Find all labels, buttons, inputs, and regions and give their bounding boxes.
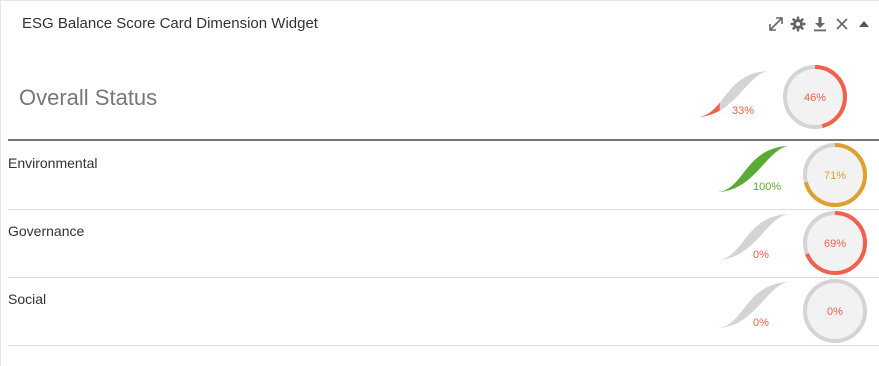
esg-widget: ESG Balance Score Card Dimension Widget bbox=[0, 0, 879, 366]
overall-score-ring: 46% bbox=[783, 65, 847, 129]
environmental-trend-value: 100% bbox=[753, 181, 782, 193]
overall-trend-value: 33% bbox=[732, 105, 755, 117]
environmental-score-ring: 71% bbox=[803, 143, 867, 207]
governance-trend-value: 0% bbox=[753, 249, 769, 261]
widget-toolbar bbox=[767, 15, 873, 33]
social-score-ring: 0% bbox=[803, 279, 867, 343]
governance-score-ring: 69% bbox=[803, 211, 867, 275]
gear-icon[interactable] bbox=[789, 15, 807, 33]
row-label-environmental: Environmental bbox=[8, 155, 98, 171]
ring-label: 69% bbox=[824, 238, 846, 250]
ring-label: 46% bbox=[804, 92, 826, 104]
overall-status-label: Overall Status bbox=[19, 85, 158, 110]
row-label-social: Social bbox=[8, 291, 47, 307]
row-divider bbox=[8, 345, 879, 346]
download-icon[interactable] bbox=[811, 15, 829, 33]
governance-trend-swoosh bbox=[716, 214, 788, 260]
widget-title: ESG Balance Score Card Dimension Widget bbox=[22, 15, 318, 32]
close-icon[interactable] bbox=[833, 15, 851, 33]
swoosh-track bbox=[716, 214, 788, 260]
social-trend-swoosh bbox=[716, 282, 788, 328]
collapse-caret-icon[interactable] bbox=[855, 15, 873, 33]
ring-label: 0% bbox=[827, 306, 843, 318]
social-trend-value: 0% bbox=[753, 317, 769, 329]
row-label-governance: Governance bbox=[8, 223, 85, 239]
ring-label: 71% bbox=[824, 170, 846, 182]
swoosh-track bbox=[716, 282, 788, 328]
expand-icon[interactable] bbox=[767, 15, 785, 33]
overall-divider bbox=[8, 139, 879, 141]
